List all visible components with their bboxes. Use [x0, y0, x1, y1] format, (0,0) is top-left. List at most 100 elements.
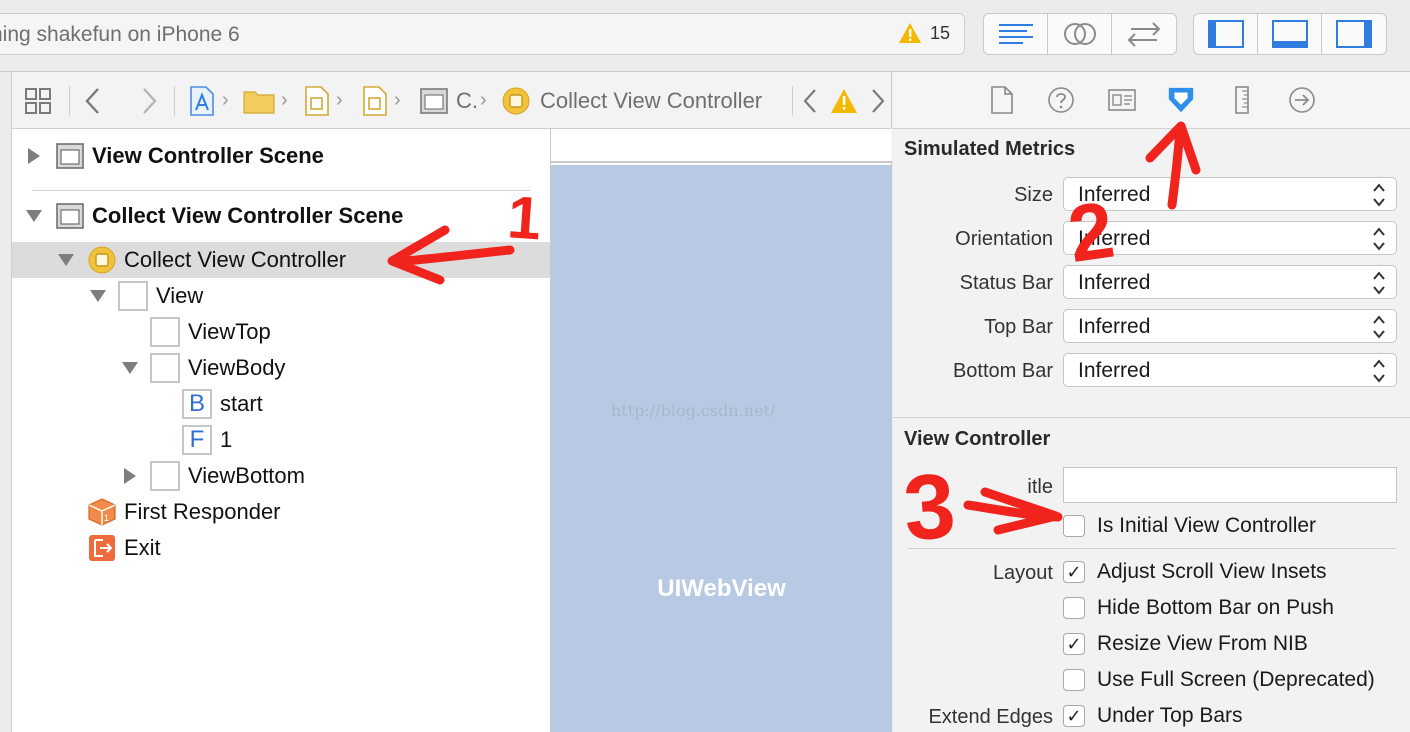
crumb-scene-label: C.	[456, 87, 478, 113]
size-popup[interactable]: Inferred	[1063, 177, 1397, 211]
crumb-current[interactable]: Collect View Controller	[502, 72, 762, 129]
outline-divider	[32, 190, 530, 191]
outline-row-text-field[interactable]: F 1	[12, 422, 550, 458]
crumb-current-label: Collect View Controller	[540, 87, 763, 113]
use-full-screen-checkbox[interactable]	[1063, 669, 1085, 691]
tab-connections-inspector[interactable]	[1287, 85, 1317, 115]
outline-row-view[interactable]: View	[12, 278, 550, 314]
tab-size-inspector[interactable]	[1227, 85, 1257, 115]
crumb-storyboard[interactable]: ›	[304, 72, 343, 129]
adjust-scroll-insets-checkbox[interactable]: ✓	[1063, 561, 1085, 583]
left-gutter	[0, 72, 12, 732]
orientation-popup[interactable]: Inferred	[1063, 221, 1397, 255]
outline-row-collect-scene[interactable]: Collect View Controller Scene	[12, 198, 550, 234]
back-button[interactable]	[84, 72, 102, 129]
outline-row-label: Exit	[124, 535, 161, 560]
outline-row-label: ViewBottom	[188, 463, 305, 488]
standard-editor-button[interactable]	[984, 14, 1048, 54]
outline-row-label: View Controller Scene	[92, 143, 324, 168]
outline-row-start-button[interactable]: B start	[12, 386, 550, 422]
outline-row-label: ViewTop	[188, 319, 271, 344]
tab-file-inspector[interactable]	[987, 85, 1017, 115]
outline-row-first-responder[interactable]: 1 First Responder	[12, 494, 550, 530]
crumb-folder[interactable]: ›	[243, 72, 288, 129]
help-icon	[1048, 87, 1074, 113]
assistant-editor-icon	[1063, 23, 1096, 45]
standard-editor-icon	[998, 24, 1033, 44]
adjust-scroll-insets-option[interactable]: ✓ Adjust Scroll View Insets	[1063, 558, 1327, 586]
storyboard-canvas[interactable]: http://blog.csdn.net/ UIWebView	[551, 129, 892, 732]
outline-row-viewtop[interactable]: ViewTop	[12, 314, 550, 350]
tab-identity-inspector[interactable]	[1107, 85, 1137, 115]
button-icon: B	[182, 389, 212, 419]
resize-from-nib-checkbox[interactable]: ✓	[1063, 633, 1085, 655]
use-full-screen-option[interactable]: Use Full Screen (Deprecated)	[1063, 666, 1375, 694]
related-items-button[interactable]	[24, 72, 52, 129]
scene-icon	[420, 87, 448, 114]
disclosure-triangle[interactable]	[122, 361, 138, 375]
disclosure-triangle[interactable]	[27, 148, 41, 164]
warning-icon	[898, 23, 921, 43]
warning-count: 15	[929, 22, 950, 43]
disclosure-triangle[interactable]	[58, 253, 74, 267]
crumb-storyboard-base[interactable]: ›	[362, 72, 401, 129]
outline-row-exit[interactable]: Exit	[12, 530, 550, 566]
outline-row-view-controller-scene[interactable]: View Controller Scene	[12, 138, 550, 174]
hide-bottom-bar-label: Hide Bottom Bar on Push	[1097, 596, 1334, 619]
initial-view-controller-label: Is Initial View Controller	[1097, 514, 1317, 537]
view-icon	[150, 317, 180, 347]
initial-view-controller-option[interactable]: Is Initial View Controller	[1063, 512, 1316, 540]
outline-row-label: 1	[220, 427, 233, 452]
debug-area-toggle-button[interactable]	[1258, 14, 1322, 54]
outline-row-viewbottom[interactable]: ViewBottom	[12, 458, 550, 494]
svg-text:1: 1	[104, 513, 109, 523]
use-full-screen-label: Use Full Screen (Deprecated)	[1097, 668, 1375, 691]
status-bar-value: Inferred	[1078, 271, 1151, 294]
navigator-toggle-button[interactable]	[1194, 14, 1258, 54]
text-field-icon: F	[182, 425, 212, 455]
under-top-bars-option[interactable]: ✓ Under Top Bars	[1063, 702, 1243, 730]
outline-row-collect-view-controller[interactable]: Collect View Controller	[12, 242, 550, 278]
top-bar-popup[interactable]: Inferred	[1063, 309, 1397, 343]
previous-issue-button[interactable]	[802, 72, 818, 129]
document-outline: View Controller Scene Collect View Contr…	[12, 129, 551, 732]
assistant-editor-button[interactable]	[1048, 14, 1112, 54]
debug-area-toggle-icon	[1271, 20, 1308, 48]
popup-arrows-icon	[1373, 183, 1385, 207]
scene-icon	[56, 143, 84, 169]
disclosure-triangle[interactable]	[123, 468, 137, 484]
outline-row-label: Collect View Controller Scene	[92, 203, 404, 228]
popup-arrows-icon	[1373, 315, 1385, 339]
disclosure-triangle[interactable]	[90, 289, 106, 303]
status-bar-popup[interactable]: Inferred	[1063, 265, 1397, 299]
hide-bottom-bar-checkbox[interactable]	[1063, 597, 1085, 619]
title-field[interactable]	[1063, 467, 1397, 503]
forward-button[interactable]	[140, 72, 158, 129]
hide-bottom-bar-option[interactable]: Hide Bottom Bar on Push	[1063, 594, 1334, 622]
under-top-bars-checkbox[interactable]: ✓	[1063, 705, 1085, 727]
crumb-project[interactable]: ›	[188, 72, 229, 129]
uiwebview[interactable]: http://blog.csdn.net/ UIWebView	[551, 165, 892, 732]
version-editor-button[interactable]	[1112, 14, 1176, 54]
tab-attributes-inspector[interactable]	[1166, 85, 1196, 115]
warning-indicator[interactable]: 15	[898, 22, 950, 44]
outline-row-label: First Responder	[124, 499, 281, 524]
utilities-toggle-button[interactable]	[1322, 14, 1386, 54]
crumb-scene[interactable]: C. ›	[420, 72, 487, 129]
size-label: Size	[1014, 184, 1053, 206]
bottom-bar-popup[interactable]: Inferred	[1063, 353, 1397, 387]
outline-row-label: ViewBody	[188, 355, 286, 380]
tab-quick-help[interactable]	[1046, 85, 1076, 115]
outline-row-viewbody[interactable]: ViewBody	[12, 350, 550, 386]
next-issue-button[interactable]	[870, 72, 886, 129]
simulated-metrics-header: Simulated Metrics	[904, 138, 1076, 160]
initial-view-controller-checkbox[interactable]	[1063, 515, 1085, 537]
disclosure-triangle[interactable]	[26, 209, 42, 223]
chevron-left-icon	[85, 87, 99, 114]
related-items-icon	[25, 87, 51, 114]
issue-warning[interactable]	[830, 72, 858, 129]
resize-from-nib-option[interactable]: ✓ Resize View From NIB	[1063, 630, 1308, 658]
size-value: Inferred	[1078, 183, 1151, 206]
inner-divider	[908, 548, 1396, 549]
project-file-icon	[190, 85, 214, 116]
